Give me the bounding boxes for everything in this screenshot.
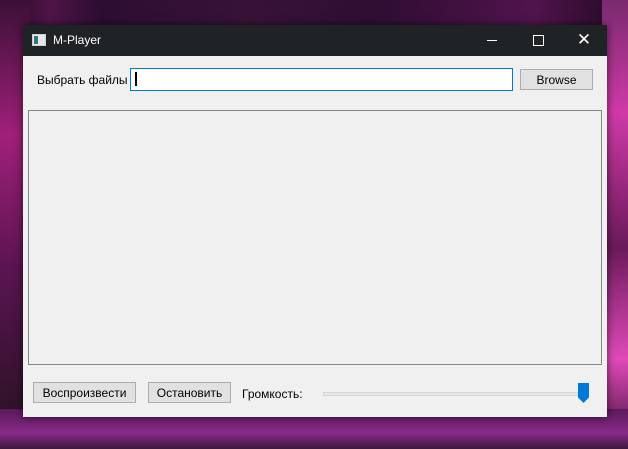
minimize-icon bbox=[487, 40, 497, 41]
maximize-icon bbox=[532, 35, 544, 46]
stop-button[interactable]: Остановить bbox=[148, 382, 231, 403]
close-button[interactable]: ✕ bbox=[561, 25, 607, 56]
app-window: M-Player ✕ Выбрать файлы Browse Воспроиз… bbox=[23, 25, 607, 417]
title-bar[interactable]: M-Player ✕ bbox=[23, 25, 607, 56]
window-title: M-Player bbox=[53, 33, 102, 47]
playlist-box[interactable] bbox=[28, 110, 602, 365]
play-button[interactable]: Воспроизвести bbox=[33, 382, 136, 403]
text-caret bbox=[135, 72, 137, 86]
file-path-input[interactable] bbox=[130, 68, 513, 91]
browse-button[interactable]: Browse bbox=[520, 69, 593, 90]
volume-slider-thumb[interactable] bbox=[578, 383, 589, 403]
volume-slider-track[interactable] bbox=[323, 392, 589, 396]
file-picker-label: Выбрать файлы bbox=[37, 73, 128, 87]
volume-label: Громкость: bbox=[242, 387, 303, 401]
minimize-button[interactable] bbox=[469, 25, 515, 56]
close-icon: ✕ bbox=[576, 30, 592, 50]
main-content: Выбрать файлы Browse Воспроизвести Остан… bbox=[23, 56, 607, 417]
maximize-button[interactable] bbox=[515, 25, 561, 56]
app-window-icon bbox=[32, 34, 46, 46]
